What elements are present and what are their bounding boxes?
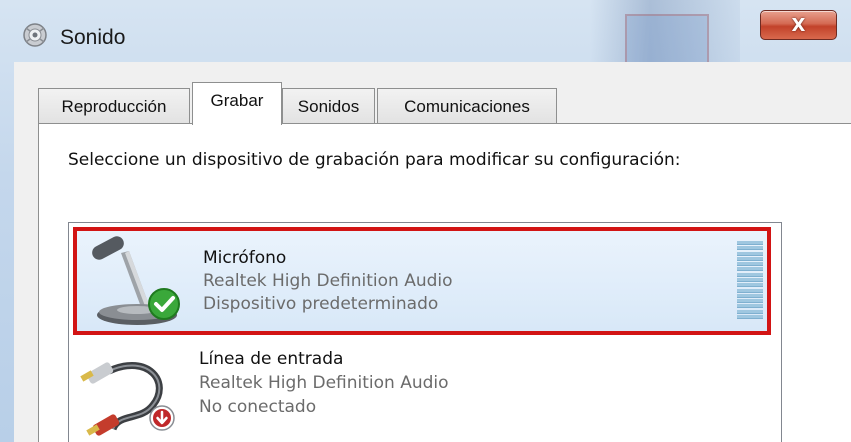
- device-status: No conectado: [199, 397, 317, 417]
- window-title: Sonido: [60, 26, 126, 49]
- tab-grabar[interactable]: Grabar: [192, 82, 282, 125]
- device-item-linea-de-entrada[interactable]: Línea de entrada Realtek High Definition…: [73, 339, 771, 442]
- close-icon: X: [791, 14, 806, 36]
- tab-label: Reproducción: [61, 96, 167, 116]
- device-status: Dispositivo predeterminado: [203, 294, 439, 314]
- recording-device-list[interactable]: Micrófono Realtek High Definition Audio …: [68, 222, 782, 442]
- tab-comunicaciones[interactable]: Comunicaciones: [377, 88, 557, 124]
- device-driver: Realtek High Definition Audio: [199, 373, 449, 393]
- title-bar[interactable]: Sonido X: [0, 0, 851, 62]
- speaker-settings-icon: [22, 22, 48, 48]
- disconnected-arrow-icon: [147, 403, 177, 433]
- device-name: Línea de entrada: [199, 349, 344, 369]
- instructions-text: Seleccione un dispositivo de grabación p…: [68, 150, 681, 170]
- tab-sonidos[interactable]: Sonidos: [282, 88, 375, 124]
- level-meter: [737, 241, 763, 319]
- close-button[interactable]: X: [760, 10, 837, 40]
- device-name: Micrófono: [203, 248, 287, 268]
- device-driver: Realtek High Definition Audio: [203, 271, 453, 291]
- tab-label: Sonidos: [297, 96, 360, 116]
- tab-label: Grabar: [210, 91, 264, 110]
- default-check-icon: [147, 287, 181, 321]
- tab-reproduccion[interactable]: Reproducción: [38, 88, 190, 124]
- tab-label: Comunicaciones: [404, 96, 530, 116]
- device-item-microfono[interactable]: Micrófono Realtek High Definition Audio …: [73, 227, 771, 335]
